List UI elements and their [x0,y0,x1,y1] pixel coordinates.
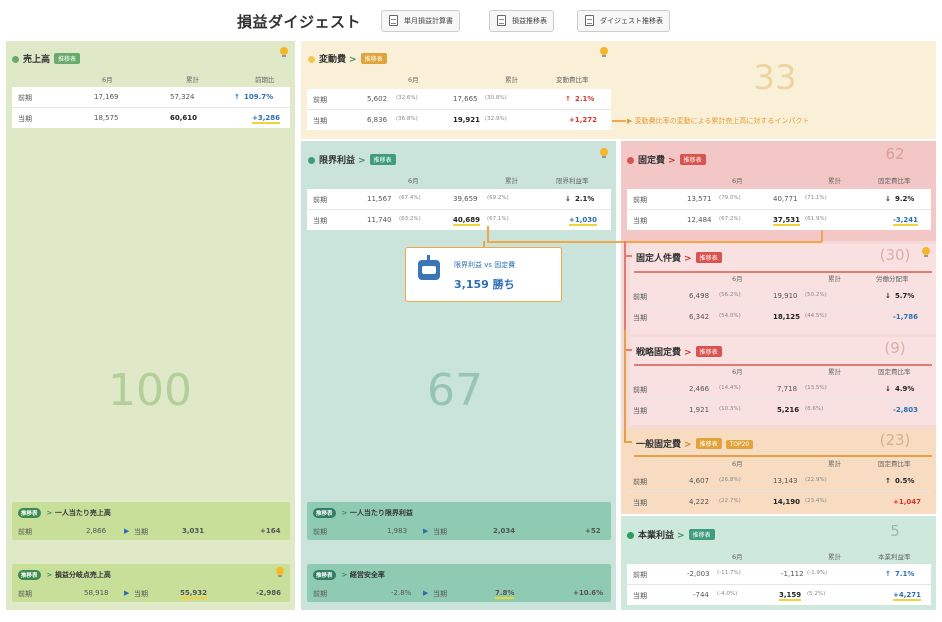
fixed-title: 固定費 > 推移表 [627,153,706,166]
sales-title: 売上高 推移表 [12,52,81,65]
table-row: 当期 11,740 (63.2%) 40,689 (67.1%) +1,030 [307,209,611,229]
strategic-table: 前期 2,466 (14.4%) 7,718 (13.5%) ↓ 4.9% 当期… [627,379,931,419]
variable-title: 変動費 > 推移表 [308,52,387,65]
marginal-table: 前期 11,567 (67.4%) 39,659 (69.2%) ↓ 2.1% … [307,189,611,230]
table-row: 前期 11,567 (67.4%) 39,659 (69.2%) ↓ 2.1% [313,195,595,204]
strategic-big-number: (9) [884,339,906,357]
operating-trend-tag[interactable]: 推移表 [688,529,715,540]
table-row: 当期 18,575 60,610 +3,286 [12,107,290,127]
table-row: 当期 12,484 (67.2%) 37,531 (61.9%) -3,241 [627,209,931,229]
safety-ratio-card[interactable]: 推移表 > 経営安全率 前期 -2.8% ▶ 当期 7.8% +10.6% [307,564,611,602]
connector-line [487,226,489,242]
fixed-trend-tag[interactable]: 推移表 [679,154,706,165]
table-row: 前期 4,607 (26.8%) 13,143 (22.9%) ↑ 0.5% [633,477,915,486]
header: 損益ダイジェスト 単月損益計算書 損益推移表 ダイジェスト推移表 [0,0,942,40]
fixed-table: 前期 13,571 (79.0%) 40,771 (71.1%) ↓ 9.2% … [627,189,931,230]
marginal-big-number: 67 [427,365,483,416]
pl-trend-button[interactable]: 損益推移表 [489,10,554,32]
play-arrow-icon: ▶ [124,589,130,597]
fixed-big-number: 62 [885,145,905,163]
page-title: 損益ダイジェスト [237,13,362,31]
up-arrow-icon: ↑ [885,570,891,578]
lightbulb-icon[interactable] [600,47,608,57]
play-arrow-icon: ▶ [423,527,429,535]
play-arrow-icon: ▶ [124,527,130,535]
divider [634,455,932,457]
table-row: 前期 5,602 (32.6%) 17,665 (30.8%) ↑ 2.1% [313,95,595,104]
lightbulb-icon[interactable] [922,247,930,257]
labor-big-number: (30) [879,246,911,264]
general-title: 一般固定費 > 推移表 TOP20 [636,437,754,450]
button-label: 単月損益計算書 [404,17,453,25]
table-row: 当期 6,836 (36.8%) 19,921 (32.9%) +1,272 [307,109,611,129]
operating-title: 本業利益 > 推移表 [627,528,715,541]
general-trend-tag[interactable]: 推移表 [695,438,722,449]
marginal-per-person-card[interactable]: 推移表 > 一人当たり限界利益 前期 1,983 ▶ 当期 2,034 +52 [307,502,611,540]
lightbulb-icon[interactable] [600,148,608,158]
table-row: 当期 -744 (-4.0%) 3,159 (5.2%) +4,271 [627,584,931,604]
sales-per-person-card[interactable]: 推移表 > 一人当たり売上高 前期 2,866 ▶ 当期 3,031 +164 [12,502,290,540]
variable-big-number: 33 [753,58,797,98]
tree-line [624,330,626,442]
play-arrow-icon: ▶ [423,589,429,597]
robot-icon [418,255,440,280]
dot-icon [308,157,315,164]
connector-line [487,241,822,243]
labor-table: 前期 6,498 (56.2%) 19,910 (50.2%) ↓ 5.7% 当… [627,286,931,326]
table-row: 当期 6,342 (54.0%) 18,125 (44.5%) -1,786 [627,306,931,326]
labor-title: 固定人件費 > 推移表 [636,251,722,264]
dot-icon [627,157,634,164]
up-arrow-icon: ↑ [885,477,891,485]
col-month: 6月 [102,76,113,84]
strategic-trend-tag[interactable]: 推移表 [695,346,722,357]
marginal-trend-tag[interactable]: 推移表 [369,154,396,165]
variable-impact-note: ▶ 変動費比率の変動による累計売上高に対するインパクト [627,117,810,125]
table-row: 前期 2,466 (14.4%) 7,718 (13.5%) ↓ 4.9% [633,385,915,394]
sales-trend-tag[interactable]: 推移表 [54,53,81,64]
sales-table: 前期 17,169 57,324 ↑ 109.7% 当期 18,575 60,6… [12,87,290,128]
general-big-number: (23) [879,431,911,449]
sales-big-number: 100 [108,365,192,416]
col-yoy: 前期比 [255,76,275,84]
lightbulb-icon[interactable] [280,47,288,57]
lightbulb-icon[interactable] [276,567,284,577]
down-arrow-icon: ↓ [885,385,891,393]
down-arrow-icon: ↓ [565,195,571,203]
table-row: 前期 13,571 (79.0%) 40,771 (71.1%) ↓ 9.2% [633,195,915,204]
up-arrow-icon: ↑ [565,95,571,103]
variable-table: 前期 5,602 (32.6%) 17,665 (30.8%) ↑ 2.1% 当… [307,89,611,130]
button-label: 損益推移表 [512,17,547,25]
document-icon [389,15,398,26]
tree-line [624,255,632,257]
dot-icon [12,56,19,63]
document-icon [497,15,506,26]
table-row: 前期 6,498 (56.2%) 19,910 (50.2%) ↓ 5.7% [633,292,915,301]
monthly-pl-button[interactable]: 単月損益計算書 [381,10,460,32]
general-top20-tag[interactable]: TOP20 [725,440,754,449]
breakeven-sales-card[interactable]: 推移表 > 損益分岐点売上高 前期 58,918 ▶ 当期 55,932 -2,9… [12,564,290,602]
strategic-title: 戦略固定費 > 推移表 [636,345,722,358]
variable-trend-tag[interactable]: 推移表 [360,53,387,64]
up-arrow-icon: ↑ [234,93,240,101]
operating-big-number: 5 [890,522,900,540]
connector-line [612,120,626,122]
document-icon [585,15,594,26]
down-arrow-icon: ↓ [885,195,891,203]
table-row: 当期 1,921 (10.3%) 5,216 (8.6%) -2,803 [627,399,931,419]
general-table: 前期 4,607 (26.8%) 13,143 (22.9%) ↑ 0.5% 当… [627,471,931,511]
digest-trend-button[interactable]: ダイジェスト推移表 [577,10,670,32]
marginal-vs-fixed-callout: 限界利益 vs 固定費 3,159 勝ち [405,247,562,302]
down-arrow-icon: ↓ [885,292,891,300]
table-row: 前期 -2,003 (-11.7%) -1,112 (-1.9%) ↑ 7.1% [633,570,915,579]
tree-line [624,441,632,443]
labor-trend-tag[interactable]: 推移表 [695,252,722,263]
button-label: ダイジェスト推移表 [600,17,663,25]
marginal-title: 限界利益 > 推移表 [308,153,396,166]
table-row: 当期 4,222 (22.7%) 14,190 (23.4%) +1,047 [627,491,931,511]
col-cumulative: 累計 [186,76,199,84]
operating-table: 前期 -2,003 (-11.7%) -1,112 (-1.9%) ↑ 7.1%… [627,564,931,605]
dot-icon [308,56,315,63]
table-row: 前期 17,169 57,324 ↑ 109.7% [18,93,274,102]
dot-icon [627,532,634,539]
